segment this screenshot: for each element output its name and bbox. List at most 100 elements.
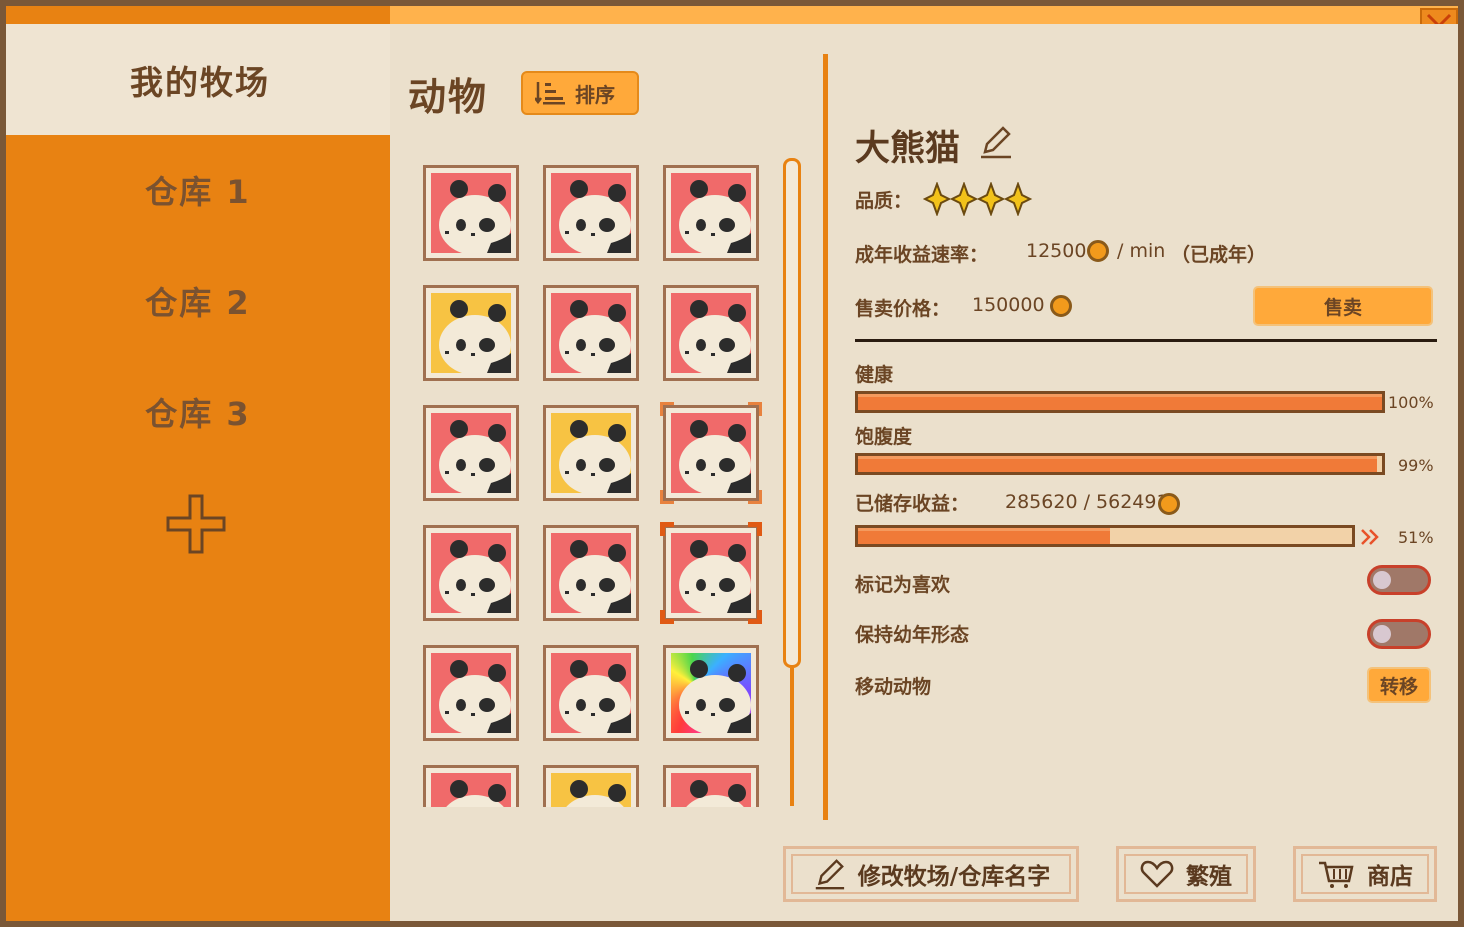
breed-button[interactable]: 繁殖 [1116,846,1256,902]
panda-icon [559,420,631,493]
keep-juvenile-toggle[interactable] [1367,619,1431,649]
plus-icon[interactable] [166,494,226,554]
satiety-label: 饱腹度 [855,426,913,448]
animal-slot-background [551,293,631,373]
rate-unit: / min [1117,240,1166,262]
animal-slot[interactable] [543,525,639,621]
animal-slot[interactable] [423,645,519,741]
selection-corner [660,610,674,624]
rate-status: （已成年） [1171,244,1267,266]
health-percent: 100% [1388,393,1434,412]
sell-button[interactable]: 售卖 [1253,286,1433,326]
shop-button[interactable]: 商店 [1293,846,1437,902]
transfer-button[interactable]: 转移 [1367,667,1431,703]
animal-slot[interactable] [663,765,759,807]
animal-slot-background [551,173,631,253]
star-icon [1003,182,1033,216]
heart-icon [1140,860,1174,888]
quality-label: 品质： [855,190,913,212]
sidebar-item-warehouse-3[interactable]: 仓库 3 [6,382,390,442]
panda-icon [559,660,631,733]
animal-slot-background [551,533,631,613]
animal-grid [420,162,764,807]
toggle-knob [1373,571,1391,589]
move-animal-label: 移动动物 [855,676,932,698]
panda-icon [566,780,626,807]
price-value: 150000 [972,294,1045,316]
selection-corner [660,522,674,536]
fast-forward-icon [1361,529,1379,545]
edit-name-icon[interactable] [977,124,1013,160]
price-label: 售卖价格： [855,298,951,320]
panda-icon [679,300,751,373]
animal-slot[interactable] [543,405,639,501]
satiety-percent: 99% [1398,456,1434,475]
scrollbar-track-line [790,668,794,806]
animal-slot-background [551,653,631,733]
toggle-knob [1373,625,1391,643]
coin-icon [1158,493,1180,515]
sidebar-item-warehouse-1[interactable]: 仓库 1 [6,160,390,220]
favorite-toggle[interactable] [1367,565,1431,595]
animal-slot-background [431,173,511,253]
cart-icon [1319,861,1354,888]
satiety-bar [855,453,1385,475]
scrollbar-thumb[interactable] [783,158,801,668]
panda-icon [679,180,751,253]
selection-corner [748,610,762,624]
animal-slot[interactable] [423,285,519,381]
panda-icon [439,180,511,253]
animal-slot-background [431,413,511,493]
animal-slot-background [671,653,751,733]
animal-slot[interactable] [543,285,639,381]
animal-slot[interactable] [423,165,519,261]
favorite-label: 标记为喜欢 [855,574,951,596]
selection-corner [660,490,674,504]
animal-slot[interactable] [660,402,762,504]
warehouse-label: 仓库 3 [145,395,251,433]
star-icon [976,182,1006,216]
stored-income-value: 285620 / 562491 [1005,491,1169,513]
animal-slot[interactable] [543,645,639,741]
sidebar-item-warehouse-2[interactable]: 仓库 2 [6,271,390,331]
stored-income-bar-fill [858,528,1110,544]
rename-button[interactable]: 修改牧场/仓库名字 [783,846,1079,902]
star-icon [949,182,979,216]
animal-slot-background [431,653,511,733]
panda-icon [686,780,746,807]
animal-slot[interactable] [423,525,519,621]
title-bar-left [6,6,390,24]
rate-label: 成年收益速率： [855,244,989,266]
selection-corner [748,490,762,504]
animal-slot-background [431,773,511,807]
ranch-tab-active[interactable]: 我的牧场 [6,24,390,135]
animal-slot[interactable] [663,165,759,261]
animal-slot[interactable] [543,165,639,261]
warehouse-label: 仓库 1 [145,173,251,211]
pencil-icon [815,859,844,890]
sort-button[interactable]: 排序 [521,71,639,115]
animal-slot-background [671,413,751,493]
animal-slot[interactable] [663,645,759,741]
panda-icon [439,300,511,373]
health-bar-fill [858,394,1382,410]
separator [855,339,1437,342]
panda-icon [559,300,631,373]
animal-slot-background [551,773,631,807]
rate-value: 12500 [1026,240,1087,262]
panda-icon [559,180,631,253]
shop-label: 商店 [1367,864,1413,890]
breed-label: 繁殖 [1186,864,1232,890]
panel-divider [823,54,828,820]
star-icon [923,182,952,216]
animal-slot[interactable] [660,522,762,624]
animal-slot[interactable] [543,765,639,807]
animal-slot[interactable] [423,765,519,807]
selection-corner [748,402,762,416]
animal-slot[interactable] [663,285,759,381]
scrollbar[interactable] [783,158,801,806]
panda-icon [679,660,751,733]
animal-slot[interactable] [423,405,519,501]
animal-slot-background [671,173,751,253]
sort-icon [535,82,565,105]
